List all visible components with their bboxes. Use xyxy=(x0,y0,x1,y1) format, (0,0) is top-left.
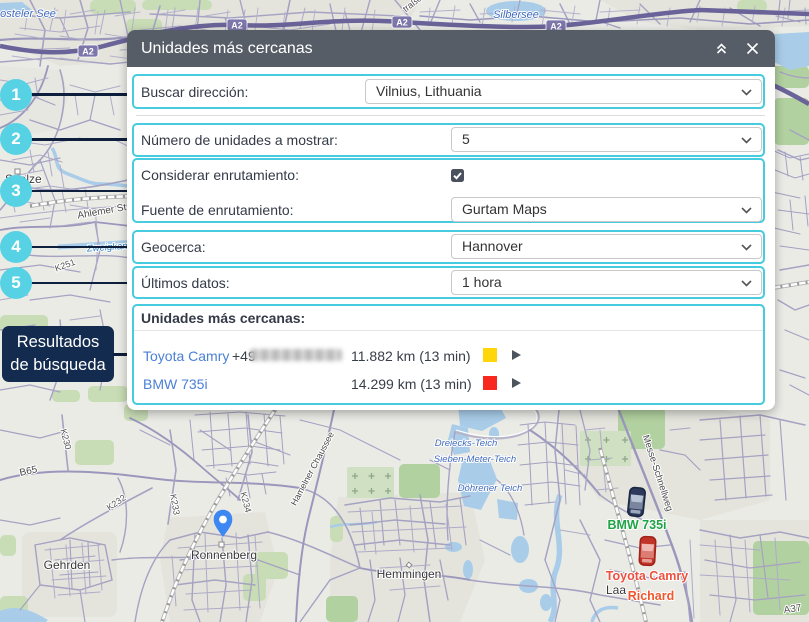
svg-text:A2: A2 xyxy=(82,47,94,57)
svg-text:A2: A2 xyxy=(231,21,243,31)
svg-text:Dreiecks-Teich: Dreiecks-Teich xyxy=(435,438,497,449)
svg-text:Laa: Laa xyxy=(606,583,626,597)
svg-text:Silbersee: Silbersee xyxy=(493,9,539,21)
svg-text:Richard: Richard xyxy=(628,589,675,603)
svg-text:Sieben-Meter-Teich: Sieben-Meter-Teich xyxy=(434,454,516,465)
svg-text:Hemmingen: Hemmingen xyxy=(377,567,442,581)
svg-text:Döhrener Teich: Döhrener Teich xyxy=(458,483,523,494)
svg-text:BMW 735i: BMW 735i xyxy=(607,518,666,532)
svg-text:A2: A2 xyxy=(396,18,408,28)
svg-text:Gehrden: Gehrden xyxy=(44,558,91,572)
svg-text:Ronnenberg: Ronnenberg xyxy=(191,548,257,562)
svg-text:osteler See: osteler See xyxy=(0,8,56,20)
svg-text:Toyota Camry: Toyota Camry xyxy=(606,569,688,583)
